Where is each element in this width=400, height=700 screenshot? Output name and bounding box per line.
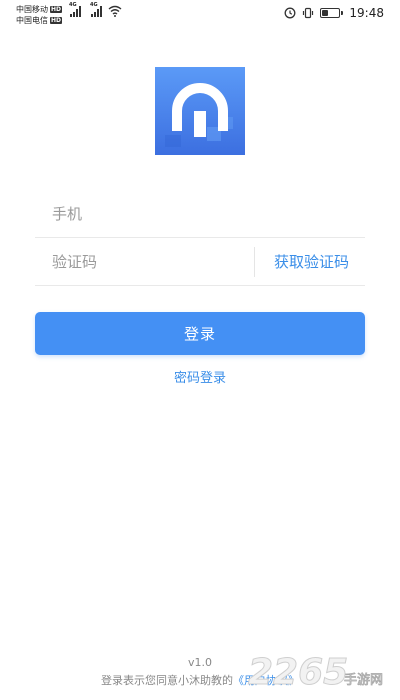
watermark-number: 2265 <box>248 652 348 692</box>
vibrate-icon <box>303 7 314 19</box>
clock-time: 19:48 <box>349 6 384 20</box>
password-login-link[interactable]: 密码登录 <box>0 367 400 386</box>
network-type-label: 4G <box>90 2 98 8</box>
signal-icon: 4G <box>69 2 81 17</box>
login-button[interactable]: 登录 <box>35 312 365 355</box>
signal-icon: 4G <box>90 2 102 17</box>
verification-code-field[interactable]: 获取验证码 <box>35 238 365 286</box>
carrier-1-label: 中国移动 <box>16 5 48 14</box>
hd-badge: HD <box>50 6 63 13</box>
battery-icon <box>320 8 344 18</box>
agreement-text: 登录表示您同意小沐助教的 <box>101 674 233 687</box>
headphones-logo-icon <box>155 67 245 155</box>
wifi-icon <box>108 5 122 17</box>
watermark-suffix: 手游网 <box>344 673 383 688</box>
field-divider <box>254 247 255 277</box>
signal-group: 4G 4G <box>69 2 122 17</box>
status-right: 19:48 <box>284 6 384 20</box>
get-code-button[interactable]: 获取验证码 <box>274 238 349 286</box>
phone-input[interactable] <box>35 190 365 237</box>
status-bar: 中国移动 HD 中国电信 HD 4G 4G 19:48 <box>0 0 400 30</box>
phone-field[interactable] <box>35 190 365 238</box>
network-type-label: 4G <box>69 2 77 8</box>
hd-badge: HD <box>50 17 63 24</box>
site-watermark: 2265 手游网 <box>248 652 384 693</box>
verification-code-input[interactable] <box>35 238 255 285</box>
carrier-info: 中国移动 HD 中国电信 HD <box>16 4 63 26</box>
alarm-icon <box>284 7 296 19</box>
carrier-2-label: 中国电信 <box>16 16 48 25</box>
